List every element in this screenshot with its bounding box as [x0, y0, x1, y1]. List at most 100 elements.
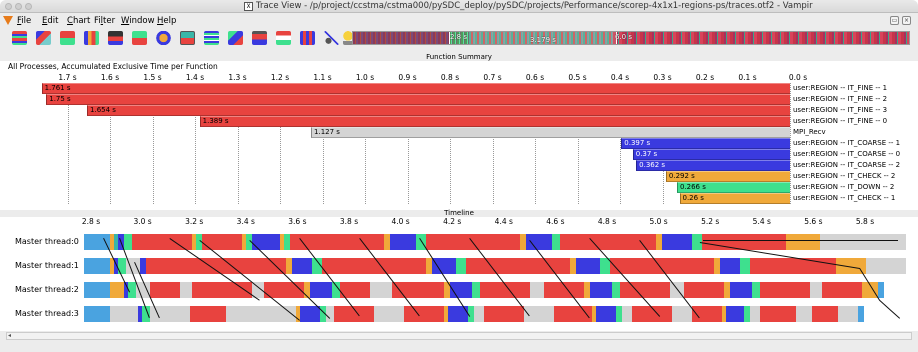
timeline-segment[interactable] [84, 282, 110, 298]
timeline-segment[interactable] [292, 258, 312, 274]
timeline-segment[interactable] [576, 258, 600, 274]
timeline-segment[interactable] [190, 306, 226, 322]
timeline-segment[interactable] [866, 258, 906, 274]
timeline-segment[interactable] [730, 282, 752, 298]
timeline-segment[interactable] [484, 306, 524, 322]
menu-edit[interactable]: Edit [42, 16, 58, 26]
minimize-window-button[interactable] [15, 3, 22, 10]
timeline-segment[interactable] [432, 258, 456, 274]
timeline-segment[interactable] [290, 234, 384, 250]
timeline-segment[interactable] [858, 306, 864, 322]
timeline-segment[interactable] [590, 282, 612, 298]
master-timeline-icon[interactable] [12, 31, 27, 45]
io-summary-icon[interactable] [156, 31, 171, 45]
fs-bar[interactable]: 0.37 s [632, 149, 790, 160]
timeline-segment[interactable] [472, 282, 480, 298]
fs-tick-label: 1.0 s [355, 73, 375, 82]
communication-matrix-icon[interactable] [204, 31, 219, 45]
timeline-segment[interactable] [752, 282, 760, 298]
timeline-segment[interactable] [474, 306, 484, 322]
thread-lane[interactable] [84, 282, 906, 298]
timeline-segment[interactable] [310, 282, 332, 298]
timeline-segment[interactable] [404, 306, 444, 322]
timeline-segment[interactable] [820, 234, 906, 250]
timeline-segment[interactable] [530, 282, 544, 298]
timeline-segment[interactable] [110, 282, 124, 298]
timeline-segment[interactable] [684, 282, 724, 298]
timeline-segment[interactable] [750, 258, 836, 274]
context-view-icon[interactable] [228, 31, 243, 45]
timeline-segment[interactable] [150, 282, 180, 298]
timeline-segment[interactable] [146, 258, 286, 274]
timeline-segment[interactable] [786, 234, 820, 250]
timeline-segment[interactable] [702, 234, 786, 250]
timeline-segment[interactable] [720, 258, 740, 274]
timeline-segment[interactable] [622, 306, 632, 322]
fs-bar[interactable]: 1.654 s [87, 105, 790, 116]
timeline-segment[interactable] [390, 234, 416, 250]
message-summary-icon[interactable] [132, 31, 147, 45]
fs-bar[interactable]: 0.266 s [676, 182, 790, 193]
maximize-window-button[interactable] [25, 3, 32, 10]
close-window-button[interactable] [5, 3, 12, 10]
timeline-segment[interactable] [326, 306, 334, 322]
timeline-segment[interactable] [370, 282, 392, 298]
timeline-segment[interactable] [612, 282, 620, 298]
horizontal-scrollbar[interactable]: ◂ [6, 332, 912, 340]
timeline-segment[interactable] [124, 234, 132, 250]
fs-bar[interactable]: 1.127 s [311, 127, 790, 138]
fs-tick-label: 1.2 s [270, 73, 290, 82]
timeline-segment[interactable] [726, 306, 744, 322]
marker-view-icon[interactable] [276, 31, 291, 45]
menu-filter[interactable]: Filter [94, 16, 115, 26]
timeline-segment[interactable] [300, 306, 320, 322]
timeline-segment[interactable] [552, 234, 560, 250]
timeline-segment[interactable] [180, 282, 192, 298]
menu-help[interactable]: Help [157, 16, 176, 26]
trace-overview-minimap[interactable]: 2.8 s 3.179 s 6.0 s [352, 31, 910, 45]
fs-bar[interactable]: 0.397 s [621, 138, 790, 149]
thread-lane[interactable] [84, 306, 906, 322]
timeline-segment[interactable] [838, 306, 858, 322]
timeline-segment[interactable] [822, 282, 862, 298]
timeline-segment[interactable] [760, 306, 796, 322]
timeline-segment[interactable] [610, 258, 714, 274]
fs-bar[interactable]: 1.761 s [41, 83, 790, 94]
timeline-segment[interactable] [878, 282, 884, 298]
scroll-left-arrow-icon[interactable]: ◂ [8, 333, 11, 339]
timeline-segment[interactable] [672, 306, 692, 322]
timeline-segment[interactable] [84, 258, 110, 274]
timeline-segment[interactable] [596, 306, 616, 322]
timeline-segment[interactable] [620, 282, 670, 298]
process-summary-icon[interactable] [252, 31, 267, 45]
menu-window[interactable]: Window [121, 16, 155, 26]
timeline-segment[interactable] [110, 306, 138, 322]
timeline-segment[interactable] [750, 306, 760, 322]
timeline-segment[interactable] [322, 258, 426, 274]
restore-subwindow-icon[interactable]: ▭ [890, 16, 899, 25]
timeline-segment[interactable] [374, 306, 404, 322]
counter-timeline-icon[interactable] [60, 31, 75, 45]
timeline-segment[interactable] [812, 306, 838, 322]
timeline-segment[interactable] [810, 282, 822, 298]
function-summary-icon[interactable] [108, 31, 123, 45]
fs-bar[interactable]: 0.26 s [679, 193, 790, 204]
timeline-segment[interactable] [456, 258, 466, 274]
call-tree-icon[interactable] [180, 31, 195, 45]
timeline-segment[interactable] [740, 258, 750, 274]
io-timeline-icon[interactable] [300, 31, 315, 45]
timeline-segment[interactable] [662, 234, 692, 250]
performance-radar-icon[interactable] [84, 31, 99, 45]
fs-bar[interactable]: 1.75 s [46, 94, 790, 105]
process-timeline-icon[interactable] [36, 31, 51, 45]
menu-file[interactable]: File [17, 16, 31, 26]
menu-chart[interactable]: Chart [67, 16, 90, 26]
timeline-segment[interactable] [760, 282, 810, 298]
close-subwindow-icon[interactable]: × [902, 16, 911, 25]
fs-bar[interactable]: 1.389 s [199, 116, 790, 127]
pin-icon[interactable] [324, 31, 339, 45]
fs-bar[interactable]: 0.362 s [636, 160, 790, 171]
timeline-segment[interactable] [796, 306, 812, 322]
timeline-segment[interactable] [84, 306, 110, 322]
fs-bar[interactable]: 0.292 s [665, 171, 790, 182]
